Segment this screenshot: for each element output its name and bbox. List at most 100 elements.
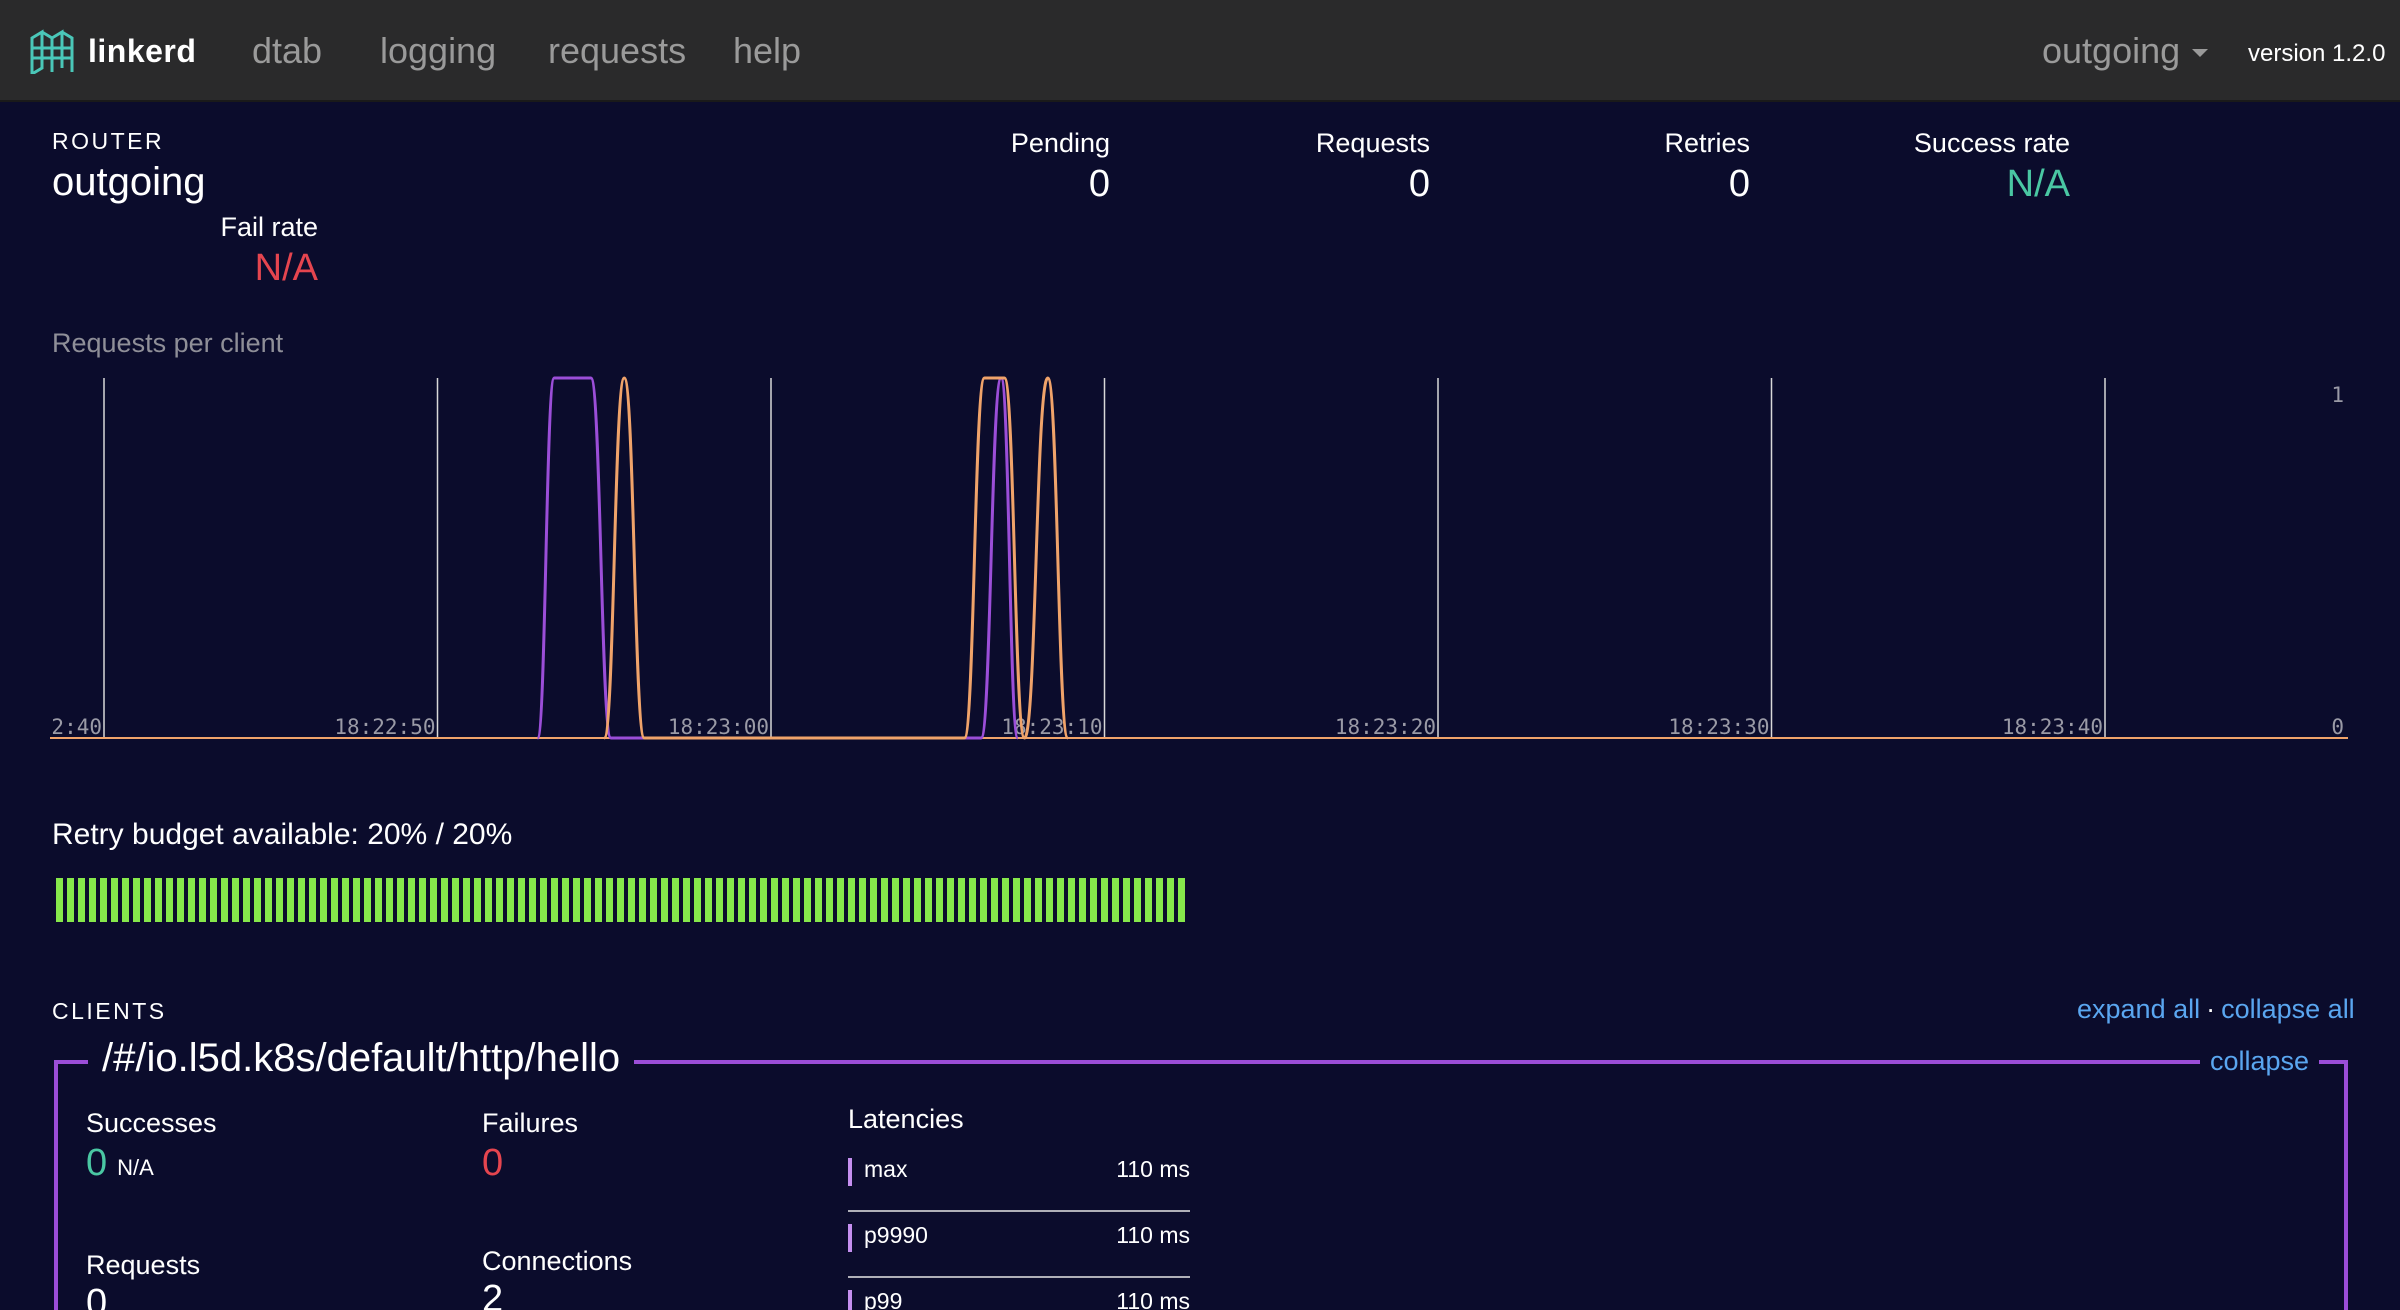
latency-name: p9990 bbox=[864, 1222, 928, 1248]
retry-budget-segment bbox=[1035, 878, 1042, 922]
retry-budget-segment bbox=[518, 878, 525, 922]
client-panel bbox=[54, 1060, 2348, 1310]
retry-budget-segment bbox=[661, 878, 668, 922]
link-separator: · bbox=[2206, 994, 2216, 1024]
nav-link-requests[interactable]: requests bbox=[548, 30, 686, 72]
client-requests-label: Requests bbox=[86, 1250, 201, 1280]
chart-x-tick-label: 18:23:20 bbox=[1335, 715, 1436, 739]
retry-budget-segment bbox=[1068, 878, 1075, 922]
metric-retries-label: Retries bbox=[1664, 128, 1750, 158]
version-label: version 1.2.0 bbox=[2248, 40, 2386, 67]
latency-row-p99: p99 110 ms bbox=[848, 1278, 1190, 1310]
client-collapse-link[interactable]: collapse bbox=[2200, 1046, 2320, 1077]
retry-budget-segment bbox=[826, 878, 833, 922]
latency-value: 110 ms bbox=[1116, 1222, 1190, 1248]
nav-link-dtab[interactable]: dtab bbox=[252, 30, 322, 72]
nav-link-logging[interactable]: logging bbox=[380, 30, 496, 72]
expand-all-link[interactable]: expand all bbox=[2077, 994, 2200, 1024]
latency-value: 110 ms bbox=[1116, 1288, 1190, 1310]
metric-requests-label: Requests bbox=[1315, 128, 1430, 158]
client-success-rate: N/A bbox=[117, 1155, 154, 1180]
retry-budget-segment bbox=[1046, 878, 1053, 922]
router-select-label: outgoing bbox=[2042, 30, 2181, 71]
router-name: outgoing bbox=[52, 160, 206, 204]
retry-budget-segment bbox=[155, 878, 162, 922]
router-select-dropdown[interactable]: outgoing bbox=[2042, 30, 2209, 72]
retry-budget-segment bbox=[936, 878, 943, 922]
metric-pending-label: Pending bbox=[1010, 128, 1110, 158]
retry-budget-segment bbox=[221, 878, 228, 922]
retry-budget-segment bbox=[89, 878, 96, 922]
retry-budget-segment bbox=[782, 878, 789, 922]
nav-link-help[interactable]: help bbox=[733, 30, 801, 72]
retry-budget-segment bbox=[375, 878, 382, 922]
chart-series-line-2 bbox=[602, 376, 1070, 740]
retry-budget-segment bbox=[133, 878, 140, 922]
retry-budget-segment bbox=[298, 878, 305, 922]
retry-budget-segment bbox=[694, 878, 701, 922]
metric-fail-rate: Fail rate N/A bbox=[220, 212, 318, 290]
retry-budget-segment bbox=[78, 878, 85, 922]
retry-budget-segment bbox=[540, 878, 547, 922]
retry-budget-segment bbox=[716, 878, 723, 922]
metric-pending: Pending 0 bbox=[1011, 128, 1110, 206]
client-failures-value: 0 bbox=[482, 1142, 504, 1184]
retry-budget-segment bbox=[232, 878, 239, 922]
metric-requests-value: 0 bbox=[1408, 163, 1430, 205]
retry-budget-segment bbox=[1024, 878, 1031, 922]
chart-y-tick-label: 1 bbox=[2331, 383, 2344, 407]
retry-budget-segment bbox=[419, 878, 426, 922]
retry-budget-segment bbox=[1002, 878, 1009, 922]
retry-budget-segment bbox=[100, 878, 107, 922]
retry-budget-segment bbox=[1123, 878, 1130, 922]
retry-budget-segment bbox=[650, 878, 657, 922]
retry-budget-segment bbox=[1101, 878, 1108, 922]
retry-budget-segment bbox=[507, 878, 514, 922]
retry-budget-segment bbox=[56, 878, 63, 922]
metric-retries: Retries 0 bbox=[1664, 128, 1750, 206]
retry-budget-segment bbox=[837, 878, 844, 922]
retry-budget-segment bbox=[881, 878, 888, 922]
retry-budget-segment bbox=[386, 878, 393, 922]
retry-budget-segment bbox=[199, 878, 206, 922]
retry-budget-segment bbox=[397, 878, 404, 922]
retry-budget-segment bbox=[606, 878, 613, 922]
retry-budget-segment bbox=[287, 878, 294, 922]
metric-fail-rate-value: N/A bbox=[254, 247, 318, 289]
latency-bar bbox=[848, 1158, 852, 1186]
retry-budget-segment bbox=[914, 878, 921, 922]
retry-budget-segment bbox=[265, 878, 272, 922]
retry-budget-segment bbox=[760, 878, 767, 922]
latency-bar bbox=[848, 1224, 852, 1252]
retry-budget-segment bbox=[331, 878, 338, 922]
retry-budget-segment bbox=[342, 878, 349, 922]
retry-budget-segment bbox=[738, 878, 745, 922]
retry-budget-segment bbox=[485, 878, 492, 922]
retry-budget-segment bbox=[496, 878, 503, 922]
collapse-all-link[interactable]: collapse all bbox=[2221, 994, 2355, 1024]
retry-budget-segment bbox=[1156, 878, 1163, 922]
client-successes-count: 0 bbox=[86, 1142, 108, 1184]
retry-budget-segment bbox=[166, 878, 173, 922]
retry-budget-segment bbox=[628, 878, 635, 922]
retry-budget-segment bbox=[1145, 878, 1152, 922]
retry-budget-segment bbox=[848, 878, 855, 922]
chart-y-tick-label: 0 bbox=[2331, 715, 2344, 739]
chart-x-tick-label: 18:23:00 bbox=[668, 715, 769, 739]
retry-budget-segment bbox=[188, 878, 195, 922]
retry-budget-segment bbox=[309, 878, 316, 922]
retry-budget-segment bbox=[111, 878, 118, 922]
retry-budget-segment bbox=[892, 878, 899, 922]
retry-budget-segment bbox=[859, 878, 866, 922]
clients-section-label: CLIENTS bbox=[52, 998, 167, 1024]
retry-budget-segment bbox=[1057, 878, 1064, 922]
metric-requests: Requests 0 bbox=[1316, 128, 1430, 206]
brand-logo[interactable]: linkerd bbox=[28, 28, 196, 74]
chart-x-tick-label: 18:23:40 bbox=[2002, 715, 2103, 739]
client-successes-label: Successes bbox=[86, 1108, 217, 1138]
retry-budget-segment bbox=[1013, 878, 1020, 922]
client-successes-value: 0 N/A bbox=[86, 1142, 154, 1185]
retry-budget-segment bbox=[804, 878, 811, 922]
retry-budget-segment bbox=[1112, 878, 1119, 922]
retry-budget-segment bbox=[254, 878, 261, 922]
